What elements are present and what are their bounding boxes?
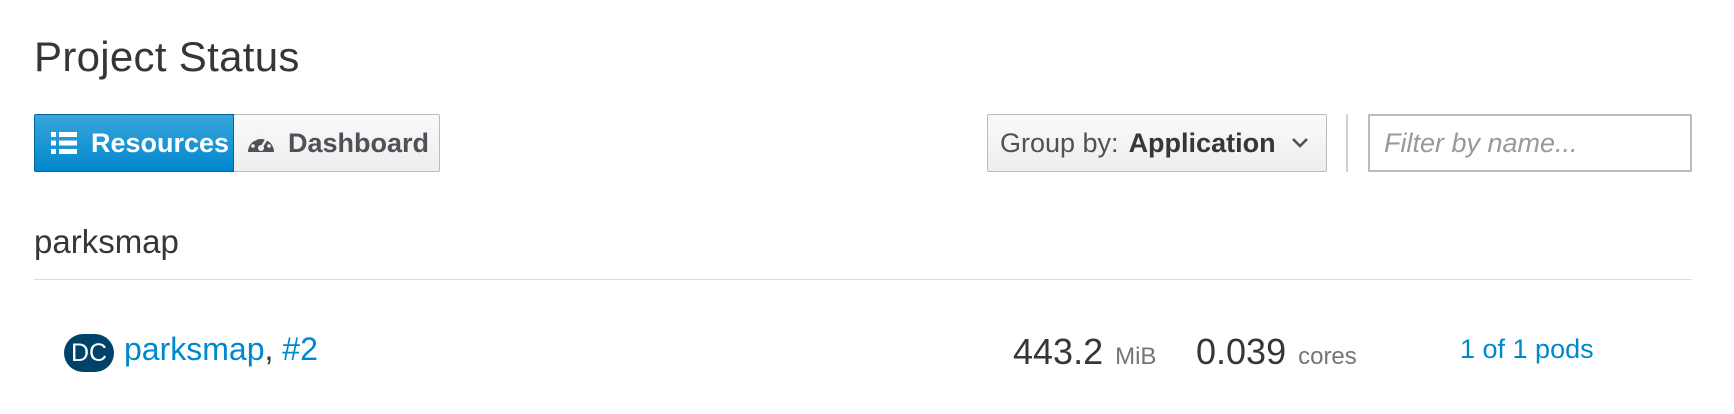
filter-input[interactable]: [1368, 114, 1692, 172]
list-item: DC parksmap, #2 443.2 MiB 0.039 cores 1 of…: [0, 320, 1734, 384]
deployment-name-link[interactable]: parksmap: [124, 331, 265, 367]
cpu-metric: 0.039 cores: [1196, 330, 1357, 373]
memory-unit: MiB: [1115, 343, 1157, 370]
deployment-config-badge: DC: [64, 334, 114, 372]
deployment-title: parksmap, #2: [124, 330, 318, 368]
application-name: parksmap: [34, 223, 179, 260]
cpu-unit: cores: [1298, 343, 1357, 370]
deployment-separator: ,: [264, 331, 274, 367]
view-toggle: Resources Dashboard: [34, 114, 440, 172]
memory-metric: 443.2 MiB: [1013, 330, 1156, 373]
group-by-dropdown[interactable]: Group by: Application: [987, 114, 1327, 172]
dashboard-button[interactable]: Dashboard: [234, 114, 440, 172]
toolbar-divider: [1346, 114, 1348, 172]
group-by-label: Group by:: [1000, 127, 1119, 158]
resources-label: Resources: [91, 127, 230, 158]
chevron-down-icon: [1290, 136, 1310, 150]
pods-link[interactable]: 1 of 1 pods: [1460, 334, 1594, 365]
section-divider: [34, 279, 1692, 280]
tachometer-icon: [246, 128, 276, 158]
dashboard-label: Dashboard: [288, 127, 430, 158]
deployment-version-link[interactable]: #2: [282, 331, 318, 367]
page-title: Project Status: [34, 33, 300, 80]
memory-value: 443.2: [1013, 331, 1104, 372]
group-by-value: Application: [1128, 127, 1276, 158]
resources-button[interactable]: Resources: [34, 114, 234, 172]
list-icon: [49, 128, 79, 158]
cpu-value: 0.039: [1196, 331, 1287, 372]
